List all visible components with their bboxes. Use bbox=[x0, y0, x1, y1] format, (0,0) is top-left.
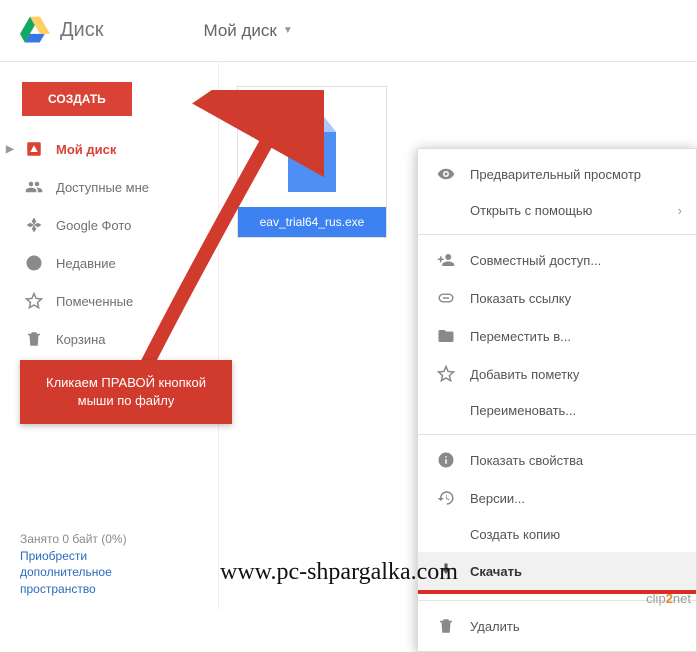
menu-item-label: Предварительный просмотр bbox=[470, 167, 641, 182]
sidebar-item-starred[interactable]: Помеченные bbox=[0, 282, 218, 320]
menu-item-label: Версии... bbox=[470, 491, 525, 506]
sidebar-item-label: Мой диск bbox=[56, 142, 116, 157]
menu-item-label: Переименовать... bbox=[470, 403, 576, 418]
sidebar-item-trash[interactable]: Корзина bbox=[0, 320, 218, 358]
expand-caret-icon[interactable]: ▶ bbox=[6, 144, 14, 155]
menu-item-label: Удалить bbox=[470, 619, 520, 634]
menu-item-label: Создать копию bbox=[470, 527, 560, 542]
menu-item-open-with[interactable]: Открыть с помощью › bbox=[418, 193, 696, 228]
dropdown-caret-icon: ▼ bbox=[283, 25, 293, 36]
people-icon bbox=[24, 178, 44, 196]
watermark-text: www.pc-shpargalka.com bbox=[220, 559, 458, 586]
drive-logo-icon bbox=[20, 14, 50, 47]
menu-item-move-to[interactable]: Переместить в... bbox=[418, 317, 696, 355]
sidebar-item-label: Доступные мне bbox=[56, 180, 149, 195]
clock-icon bbox=[24, 254, 44, 272]
create-button[interactable]: СОЗДАТЬ bbox=[22, 82, 132, 116]
sidebar-item-label: Недавние bbox=[56, 256, 116, 271]
menu-item-label: Скачать bbox=[470, 564, 522, 579]
menu-item-make-copy[interactable]: Создать копию bbox=[418, 517, 696, 552]
menu-item-share[interactable]: Совместный доступ... bbox=[418, 241, 696, 279]
menu-item-download[interactable]: Скачать bbox=[418, 552, 696, 590]
trash-icon bbox=[436, 617, 456, 635]
storage-info: Занято 0 байт (0%) Приобрести дополнител… bbox=[20, 531, 127, 598]
breadcrumb-label: Мой диск bbox=[203, 21, 276, 41]
sidebar-item-shared[interactable]: Доступные мне bbox=[0, 168, 218, 206]
menu-item-properties[interactable]: Показать свойства bbox=[418, 441, 696, 479]
menu-item-label: Совместный доступ... bbox=[470, 253, 601, 268]
menu-item-delete[interactable]: Удалить bbox=[418, 607, 696, 645]
breadcrumb-my-drive[interactable]: Мой диск ▼ bbox=[203, 21, 292, 41]
file-name: eav_trial64_rus.exe bbox=[238, 207, 386, 237]
menu-separator bbox=[418, 234, 696, 235]
person-add-icon bbox=[436, 251, 456, 269]
trash-icon bbox=[24, 330, 44, 348]
annotation-callout: Кликаем ПРАВОЙ кнопкой мыши по файлу bbox=[20, 360, 232, 424]
eye-icon bbox=[436, 165, 456, 183]
file-icon bbox=[280, 112, 344, 192]
sidebar-item-recent[interactable]: Недавние bbox=[0, 244, 218, 282]
menu-item-get-link[interactable]: Показать ссылку bbox=[418, 279, 696, 317]
file-thumb bbox=[238, 97, 386, 207]
link-icon bbox=[436, 289, 456, 307]
info-icon bbox=[436, 451, 456, 469]
main-container: СОЗДАТЬ ▶ Мой диск Доступные мне Google … bbox=[0, 62, 697, 610]
callout-line1: Кликаем ПРАВОЙ кнопкой bbox=[46, 375, 206, 390]
chevron-right-icon: › bbox=[678, 203, 682, 218]
menu-item-preview[interactable]: Предварительный просмотр bbox=[418, 155, 696, 193]
sidebar-item-photos[interactable]: Google Фото bbox=[0, 206, 218, 244]
storage-status: Занято 0 байт (0%) bbox=[20, 532, 127, 546]
callout-line2: мыши по файлу bbox=[78, 393, 175, 408]
menu-item-label: Открыть с помощью bbox=[470, 203, 592, 218]
folder-icon bbox=[436, 327, 456, 345]
sidebar-nav: ▶ Мой диск Доступные мне Google Фото bbox=[0, 130, 218, 358]
storage-upgrade-link[interactable]: Приобрести дополнительное пространство bbox=[20, 548, 127, 598]
file-card[interactable]: eav_trial64_rus.exe bbox=[237, 86, 387, 238]
menu-item-add-star[interactable]: Добавить пометку bbox=[418, 355, 696, 393]
app-name: Диск bbox=[60, 19, 103, 42]
sidebar-item-label: Корзина bbox=[56, 332, 106, 347]
menu-item-label: Переместить в... bbox=[470, 329, 571, 344]
menu-separator bbox=[418, 434, 696, 435]
clip2net-watermark: clip2net bbox=[646, 591, 691, 606]
sidebar-item-my-drive[interactable]: ▶ Мой диск bbox=[0, 130, 218, 168]
menu-item-label: Показать свойства bbox=[470, 453, 583, 468]
main-area: eav_trial64_rus.exe Предварительный прос… bbox=[218, 62, 697, 610]
menu-item-rename[interactable]: Переименовать... bbox=[418, 393, 696, 428]
sidebar: СОЗДАТЬ ▶ Мой диск Доступные мне Google … bbox=[0, 62, 218, 610]
menu-item-label: Показать ссылку bbox=[470, 291, 571, 306]
sidebar-item-label: Google Фото bbox=[56, 218, 131, 233]
sidebar-item-label: Помеченные bbox=[56, 294, 133, 309]
drive-icon bbox=[24, 140, 44, 158]
menu-item-versions[interactable]: Версии... bbox=[418, 479, 696, 517]
star-outline-icon bbox=[436, 365, 456, 383]
app-header: Диск Мой диск ▼ bbox=[0, 0, 697, 62]
context-menu: Предварительный просмотр Открыть с помощ… bbox=[417, 148, 697, 652]
star-icon bbox=[24, 292, 44, 310]
app-logo: Диск bbox=[20, 14, 103, 47]
menu-item-label: Добавить пометку bbox=[470, 367, 579, 382]
history-icon bbox=[436, 489, 456, 507]
photos-icon bbox=[24, 216, 44, 234]
